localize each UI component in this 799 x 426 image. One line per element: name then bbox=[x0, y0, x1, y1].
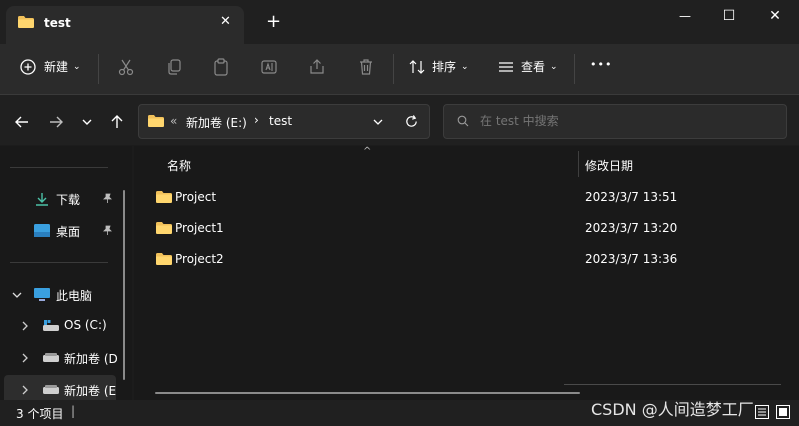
plus-circle-icon bbox=[20, 58, 36, 75]
horizontal-scrollbar[interactable] bbox=[155, 392, 580, 394]
sidebar-item-label: 下载 bbox=[56, 193, 81, 207]
chevron-down-icon: ⌄ bbox=[550, 61, 558, 72]
desktop-icon bbox=[34, 224, 50, 237]
breadcrumb-test[interactable]: test bbox=[269, 114, 292, 128]
drive-icon bbox=[43, 385, 59, 394]
search-input[interactable] bbox=[480, 112, 770, 130]
new-button[interactable]: 新建 ⌄ bbox=[20, 58, 81, 75]
folder-icon bbox=[156, 191, 172, 203]
breadcrumb-drive-e[interactable]: 新加卷 (E:) bbox=[186, 114, 247, 131]
pin-icon[interactable] bbox=[102, 225, 113, 236]
view-button[interactable]: 查看 ⌄ bbox=[497, 58, 558, 75]
file-date: 2023/3/7 13:20 bbox=[585, 221, 678, 235]
watermark: CSDN @人间造梦工厂 bbox=[591, 400, 754, 419]
folder-icon bbox=[156, 222, 172, 234]
pin-icon[interactable] bbox=[102, 193, 113, 204]
up-arrow-icon[interactable] bbox=[109, 114, 125, 130]
sidebar-item-label: OS (C:) bbox=[64, 318, 107, 332]
status-separator: | bbox=[71, 404, 76, 418]
breadcrumb-overflow[interactable]: « bbox=[170, 114, 177, 128]
toolbar-divider bbox=[574, 54, 575, 84]
view-label: 查看 bbox=[521, 60, 546, 74]
toolbar-divider bbox=[98, 54, 99, 84]
sidebar-item-label: 此电脑 bbox=[56, 289, 93, 303]
column-header-name[interactable]: 名称 bbox=[167, 157, 191, 174]
file-date: 2023/3/7 13:51 bbox=[585, 190, 678, 204]
chevron-right-icon[interactable] bbox=[21, 321, 29, 331]
sidebar-divider bbox=[10, 262, 108, 263]
address-history-chevron-icon[interactable] bbox=[372, 116, 384, 128]
new-tab-button[interactable]: + bbox=[266, 11, 281, 32]
sidebar-item-this-pc[interactable]: 此电脑 bbox=[0, 280, 118, 310]
sidebar-item-drive-c[interactable]: OS (C:) bbox=[0, 311, 118, 341]
breadcrumb-separator: › bbox=[254, 113, 259, 127]
chevron-right-icon[interactable] bbox=[21, 353, 29, 363]
column-divider[interactable] bbox=[578, 151, 579, 177]
delete-icon[interactable] bbox=[357, 58, 375, 76]
copy-icon[interactable] bbox=[165, 58, 183, 76]
sidebar-item-label: 桌面 bbox=[56, 225, 81, 239]
sort-button[interactable]: 排序 ⌄ bbox=[408, 58, 469, 75]
more-options-button[interactable]: ••• bbox=[590, 58, 612, 71]
divider bbox=[564, 384, 781, 385]
sort-icon bbox=[409, 59, 425, 74]
column-header-date[interactable]: 修改日期 bbox=[585, 157, 633, 174]
sidebar-scrollbar[interactable] bbox=[123, 190, 125, 380]
download-icon bbox=[36, 193, 48, 206]
chevron-down-icon[interactable] bbox=[12, 290, 22, 300]
sort-ascending-icon: ^ bbox=[363, 146, 372, 157]
large-icons-view-icon[interactable] bbox=[776, 405, 790, 419]
chevron-down-icon: ⌄ bbox=[73, 61, 81, 72]
recent-locations-chevron-icon[interactable] bbox=[81, 116, 93, 128]
folder-icon bbox=[148, 115, 164, 127]
refresh-icon[interactable] bbox=[404, 114, 419, 129]
file-name[interactable]: Project bbox=[175, 190, 216, 204]
search-icon bbox=[457, 115, 469, 127]
forward-arrow-icon[interactable] bbox=[48, 114, 64, 130]
sidebar-item-downloads[interactable]: 下载 bbox=[0, 184, 118, 214]
file-name[interactable]: Project2 bbox=[175, 252, 224, 266]
folder-icon bbox=[18, 16, 34, 28]
table-row[interactable] bbox=[150, 214, 790, 244]
sidebar-item-label: 新加卷 (D bbox=[64, 352, 118, 366]
toolbar-divider bbox=[393, 54, 394, 84]
item-count: 3 个项目 bbox=[16, 407, 64, 421]
minimize-button[interactable]: — bbox=[662, 0, 708, 32]
drive-icon bbox=[43, 353, 59, 362]
sidebar-item-desktop[interactable]: 桌面 bbox=[0, 216, 118, 246]
tab-title: test bbox=[44, 16, 71, 30]
folder-icon bbox=[156, 253, 172, 265]
table-row[interactable] bbox=[150, 245, 790, 275]
chevron-down-icon: ⌄ bbox=[461, 61, 469, 72]
view-icon bbox=[499, 61, 513, 72]
tab-test[interactable] bbox=[6, 6, 244, 44]
back-arrow-icon[interactable] bbox=[14, 114, 30, 130]
file-name[interactable]: Project1 bbox=[175, 221, 224, 235]
close-tab-icon[interactable]: ✕ bbox=[220, 14, 231, 29]
rename-icon[interactable] bbox=[260, 58, 278, 76]
windows-drive-icon bbox=[43, 320, 59, 331]
chevron-right-icon[interactable] bbox=[21, 385, 29, 395]
table-row[interactable] bbox=[150, 183, 790, 213]
new-label: 新建 bbox=[44, 60, 69, 74]
sidebar-divider bbox=[10, 167, 108, 168]
maximize-button[interactable]: ☐ bbox=[706, 0, 752, 32]
details-view-icon[interactable] bbox=[755, 405, 769, 419]
file-date: 2023/3/7 13:36 bbox=[585, 252, 678, 266]
share-icon[interactable] bbox=[308, 58, 326, 76]
sidebar-item-drive-d[interactable]: 新加卷 (D bbox=[0, 343, 118, 373]
computer-icon bbox=[34, 288, 50, 301]
paste-icon[interactable] bbox=[212, 58, 230, 76]
sidebar-item-label: 新加卷 (E bbox=[64, 384, 117, 398]
cut-icon[interactable] bbox=[117, 58, 135, 76]
close-window-button[interactable]: ✕ bbox=[752, 0, 798, 32]
sort-label: 排序 bbox=[432, 60, 457, 74]
